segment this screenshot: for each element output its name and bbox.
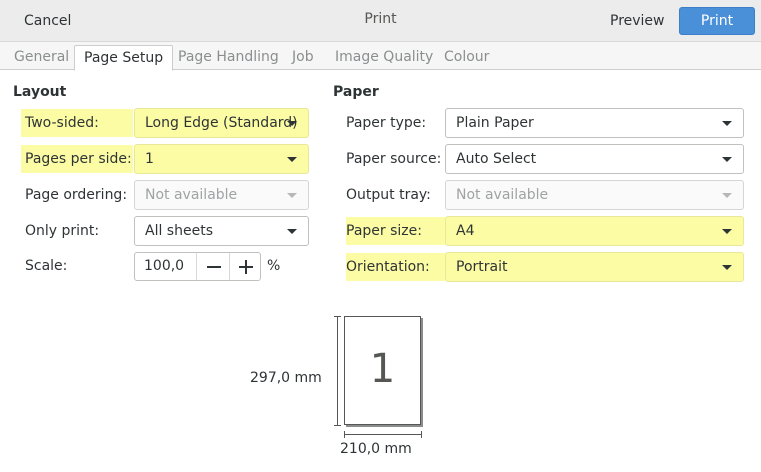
scale-spinner: 100,0 — [134, 252, 261, 281]
paper-size-value: A4 — [456, 223, 475, 239]
tab-page-handling[interactable]: Page Handling — [178, 45, 279, 71]
chevron-down-icon — [722, 157, 732, 162]
tab-image-quality[interactable]: Image Quality — [335, 45, 433, 71]
paper-source-value: Auto Select — [456, 151, 537, 167]
width-dimension-line — [344, 431, 422, 438]
paper-size-label: Paper size: — [346, 217, 445, 245]
only-print-value: All sheets — [145, 223, 213, 239]
two-sided-value: Long Edge (Standard) — [145, 115, 298, 131]
chevron-down-icon — [287, 157, 297, 162]
paper-source-label: Paper source: — [346, 151, 442, 167]
chevron-down-icon — [287, 121, 297, 126]
chevron-down-icon — [722, 121, 732, 126]
chevron-down-icon — [722, 265, 732, 270]
scale-input[interactable]: 100,0 — [135, 253, 197, 280]
page-preview-number: 1 — [369, 346, 396, 392]
chevron-down-icon — [722, 229, 732, 234]
cancel-button[interactable]: Cancel — [11, 7, 84, 35]
pages-per-side-value: 1 — [145, 151, 154, 167]
output-tray-label: Output tray: — [346, 187, 431, 203]
scale-unit: % — [267, 258, 281, 274]
two-sided-combo[interactable]: Long Edge (Standard) — [134, 108, 309, 138]
preview-button[interactable]: Preview — [598, 7, 677, 35]
scale-increase-button[interactable] — [230, 253, 262, 280]
chevron-down-icon — [287, 229, 297, 234]
output-tray-combo: Not available — [445, 180, 744, 210]
pages-per-side-combo[interactable]: 1 — [134, 144, 309, 174]
chevron-down-icon — [287, 193, 297, 198]
orientation-value: Portrait — [456, 259, 508, 275]
height-dimension-line — [334, 316, 341, 426]
page-width-label: 210,0 mm — [340, 441, 412, 457]
page-height-label: 297,0 mm — [250, 370, 322, 386]
scale-decrease-button[interactable] — [198, 253, 230, 280]
header-bar: Cancel Print Preview Print — [0, 0, 761, 42]
scale-label: Scale: — [25, 258, 68, 274]
paper-type-value: Plain Paper — [456, 115, 534, 131]
orientation-label: Orientation: — [346, 253, 445, 281]
paper-type-combo[interactable]: Plain Paper — [445, 108, 744, 138]
only-print-combo[interactable]: All sheets — [134, 216, 309, 246]
print-button[interactable]: Print — [679, 7, 755, 35]
page-preview: 1 — [344, 316, 421, 425]
layout-section-title: Layout — [13, 84, 67, 100]
paper-size-combo[interactable]: A4 — [445, 216, 744, 246]
page-ordering-combo: Not available — [134, 180, 309, 210]
tab-general[interactable]: General — [14, 45, 69, 71]
tab-colour[interactable]: Colour — [444, 45, 489, 71]
page-ordering-label: Page ordering: — [25, 187, 128, 203]
tab-page-setup[interactable]: Page Setup — [74, 45, 174, 71]
output-tray-value: Not available — [456, 187, 549, 203]
orientation-combo[interactable]: Portrait — [445, 252, 744, 282]
paper-type-label: Paper type: — [346, 115, 427, 131]
chevron-down-icon — [722, 193, 732, 198]
paper-source-combo[interactable]: Auto Select — [445, 144, 744, 174]
two-sided-label: Two-sided: — [21, 109, 133, 137]
tab-bar: General Page Setup Page Handling Job Ima… — [0, 42, 761, 71]
paper-section-title: Paper — [333, 84, 379, 100]
only-print-label: Only print: — [25, 223, 100, 239]
pages-per-side-label: Pages per side: — [21, 145, 133, 173]
page-ordering-value: Not available — [145, 187, 238, 203]
tab-job[interactable]: Job — [292, 45, 314, 71]
